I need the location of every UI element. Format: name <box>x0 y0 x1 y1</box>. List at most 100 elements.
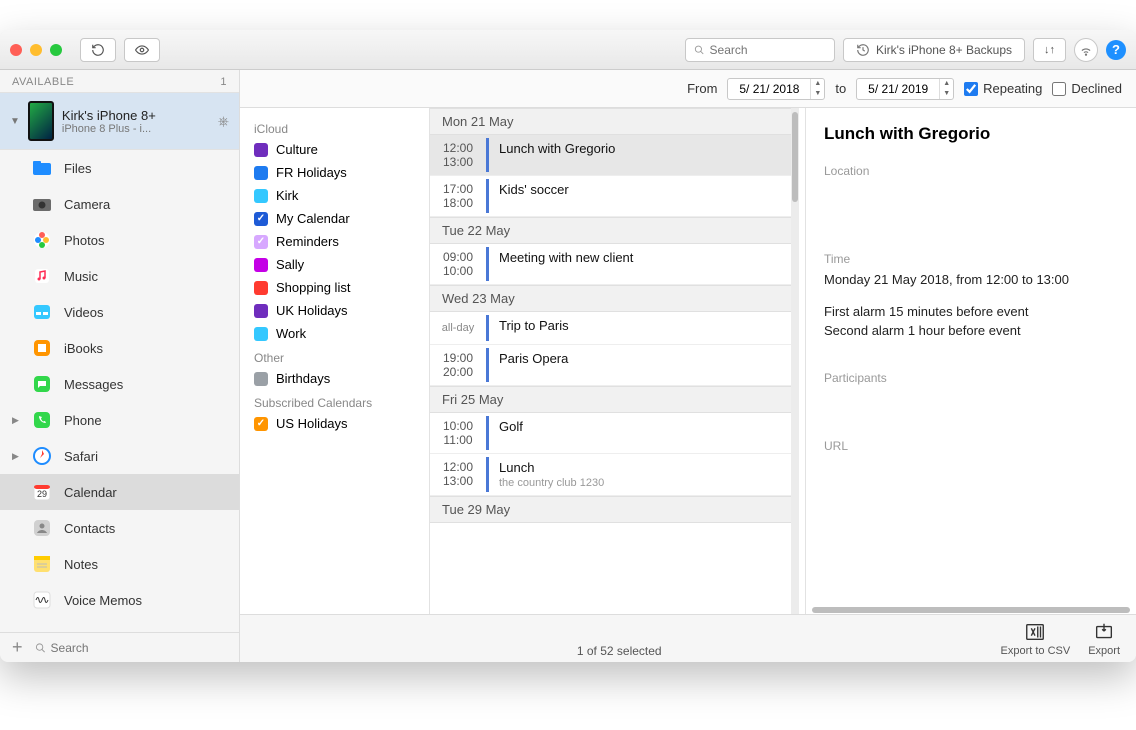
calendar-label: US Holidays <box>276 416 348 431</box>
calendar-color-chip[interactable] <box>254 372 268 386</box>
horizontal-scrollbar[interactable] <box>806 606 1136 614</box>
backups-button[interactable]: Kirk's iPhone 8+ Backups <box>843 38 1025 62</box>
calendar-label: Culture <box>276 142 318 157</box>
minimize-window-button[interactable] <box>30 44 42 56</box>
event-row[interactable]: 12:0013:00Lunch with Gregorio <box>430 135 791 176</box>
stepper-down[interactable]: ▼ <box>940 89 953 99</box>
event-title: Kids' soccer <box>499 182 781 197</box>
nav-label: Calendar <box>64 485 117 500</box>
from-date-stepper[interactable]: ▲▼ <box>727 78 825 100</box>
transfer-button[interactable]: ↓↑ <box>1033 38 1066 62</box>
calendar-item[interactable]: UK Holidays <box>240 299 429 322</box>
sidebar-item-notes[interactable]: Notes <box>0 546 239 582</box>
calendar-color-chip[interactable] <box>254 417 268 431</box>
status-text: 1 of 52 selected <box>256 644 983 662</box>
calendar-color-chip[interactable] <box>254 212 268 226</box>
calendar-item[interactable]: US Holidays <box>240 412 429 435</box>
calendar-color-chip[interactable] <box>254 189 268 203</box>
device-row[interactable]: ▼ Kirk's iPhone 8+ iPhone 8 Plus - i... … <box>0 92 239 150</box>
to-label: to <box>835 81 846 96</box>
toolbar-search-input[interactable] <box>710 43 826 57</box>
stepper-up[interactable]: ▲ <box>940 79 953 89</box>
scrollbar[interactable] <box>791 108 799 614</box>
add-button[interactable]: + <box>8 637 27 658</box>
refresh-button[interactable] <box>80 38 116 62</box>
calendar-color-chip[interactable] <box>254 235 268 249</box>
calendar-color-chip[interactable] <box>254 258 268 272</box>
calendar-label: FR Holidays <box>276 165 347 180</box>
calendar-color-chip[interactable] <box>254 281 268 295</box>
help-button[interactable]: ? <box>1106 40 1126 60</box>
calendar-section-header: iCloud <box>240 116 429 138</box>
event-row[interactable]: 17:0018:00 Kids' soccer <box>430 176 791 217</box>
calendar-color-chip[interactable] <box>254 143 268 157</box>
sidebar-section-header: AVAILABLE 1 <box>0 70 239 92</box>
event-title: Trip to Paris <box>499 318 781 333</box>
repeating-checkbox[interactable]: Repeating <box>964 81 1042 96</box>
sidebar-item-safari[interactable]: ▶ Safari <box>0 438 239 474</box>
nav-label: Notes <box>64 557 98 572</box>
event-row[interactable]: 12:0013:00Lunchthe country club 1230 <box>430 454 791 496</box>
to-date-stepper[interactable]: ▲▼ <box>856 78 954 100</box>
time-label: Time <box>824 252 1118 266</box>
event-row[interactable]: 19:0020:00Paris Opera <box>430 345 791 386</box>
messages-icon <box>30 372 54 396</box>
zoom-window-button[interactable] <box>50 44 62 56</box>
sidebar-search-input[interactable] <box>51 641 231 655</box>
calendar-item[interactable]: Shopping list <box>240 276 429 299</box>
sidebar-item-photos[interactable]: Photos <box>0 222 239 258</box>
svg-text:29: 29 <box>37 489 47 499</box>
event-time: 17:0018:00 <box>430 176 486 216</box>
calendar-label: Reminders <box>276 234 339 249</box>
event-row[interactable]: 10:0011:00Golf <box>430 413 791 454</box>
to-date-input[interactable] <box>857 82 939 96</box>
from-date-input[interactable] <box>728 82 810 96</box>
export-csv-button[interactable]: Export to CSV <box>1001 621 1071 657</box>
device-subtitle: iPhone 8 Plus - i... <box>62 123 210 135</box>
export-button[interactable]: Export <box>1088 621 1120 657</box>
calendar-item[interactable]: Reminders <box>240 230 429 253</box>
close-window-button[interactable] <box>10 44 22 56</box>
sidebar-search[interactable] <box>35 641 231 655</box>
sidebar-item-messages[interactable]: Messages <box>0 366 239 402</box>
calendar-color-chip[interactable] <box>254 327 268 341</box>
toolbar-search[interactable] <box>685 38 835 62</box>
declined-checkbox[interactable]: Declined <box>1052 81 1122 96</box>
sidebar-item-contacts[interactable]: Contacts <box>0 510 239 546</box>
calendar-item[interactable]: Work <box>240 322 429 345</box>
event-title: Lunch with Gregorio <box>824 124 1118 144</box>
calendar-color-chip[interactable] <box>254 304 268 318</box>
nav-label: Camera <box>64 197 110 212</box>
calendar-item[interactable]: My Calendar <box>240 207 429 230</box>
calendar-label: My Calendar <box>276 211 350 226</box>
nav-label: iBooks <box>64 341 103 356</box>
stepper-down[interactable]: ▼ <box>811 89 824 99</box>
event-row[interactable]: all-dayTrip to Paris <box>430 312 791 345</box>
time-value: Monday 21 May 2018, from 12:00 to 13:00 … <box>824 270 1118 341</box>
sidebar-item-voice-memos[interactable]: Voice Memos <box>0 582 239 618</box>
sidebar-item-music[interactable]: Music <box>0 258 239 294</box>
export-icon <box>1093 621 1115 643</box>
from-label: From <box>687 81 717 96</box>
sidebar-item-files[interactable]: Files <box>0 150 239 186</box>
calendar-item[interactable]: Birthdays <box>240 367 429 390</box>
sidebar-item-phone[interactable]: ▶Phone <box>0 402 239 438</box>
calendar-item[interactable]: Kirk <box>240 184 429 207</box>
chevron-right-icon: ▶ <box>12 451 19 462</box>
sidebar-item-videos[interactable]: Videos <box>0 294 239 330</box>
calendar-item[interactable]: FR Holidays <box>240 161 429 184</box>
stepper-up[interactable]: ▲ <box>811 79 824 89</box>
preview-button[interactable] <box>124 38 160 62</box>
calendar-item[interactable]: Sally <box>240 253 429 276</box>
nav-label: Safari <box>64 449 98 464</box>
sidebar-item-calendar[interactable]: 29 Calendar <box>0 474 239 510</box>
calendar-item[interactable]: Culture <box>240 138 429 161</box>
sidebar-item-ibooks[interactable]: iBooks <box>0 330 239 366</box>
sidebar-footer: + <box>0 632 239 662</box>
calendar-color-chip[interactable] <box>254 166 268 180</box>
sidebar-item-camera[interactable]: Camera <box>0 186 239 222</box>
calendar-label: Kirk <box>276 188 298 203</box>
event-row[interactable]: 09:0010:00Meeting with new client <box>430 244 791 285</box>
url-label: URL <box>824 439 1118 453</box>
wifi-button[interactable] <box>1074 38 1098 62</box>
